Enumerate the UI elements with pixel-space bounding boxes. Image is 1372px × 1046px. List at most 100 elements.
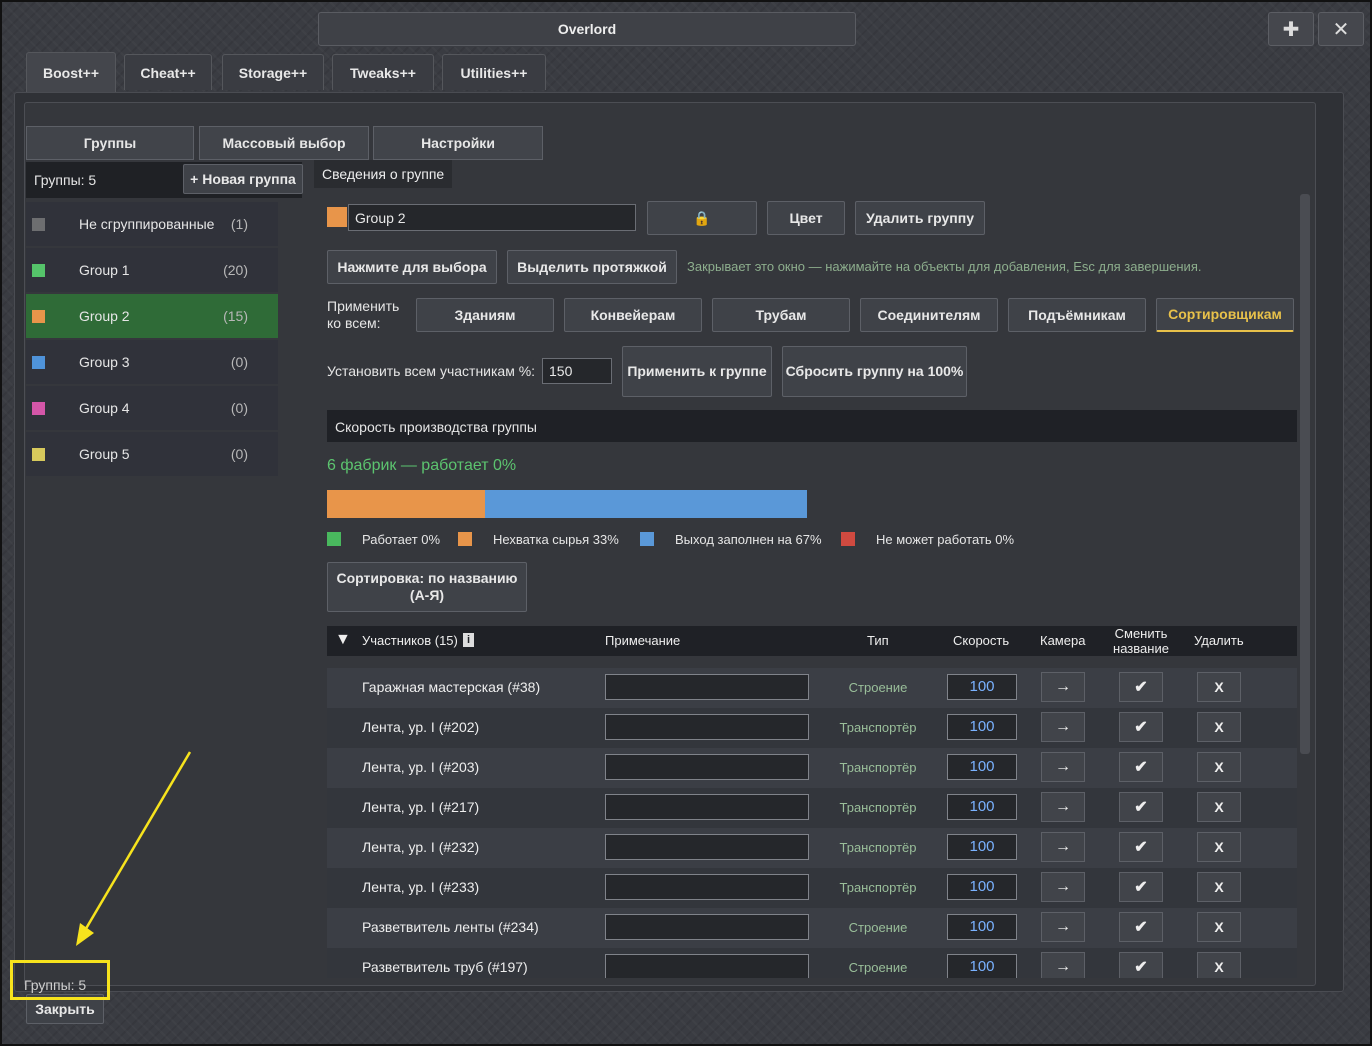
rename-check-icon[interactable]: ✔: [1119, 872, 1163, 902]
group-item-4[interactable]: Group 4 (0): [26, 386, 278, 430]
legend-working: Работает 0%: [362, 532, 441, 547]
member-note-input[interactable]: [605, 794, 809, 820]
info-icon[interactable]: i: [463, 633, 474, 647]
close-icon[interactable]: ✕: [1318, 12, 1364, 46]
camera-arrow-icon[interactable]: →: [1041, 912, 1085, 942]
group-color-swatch: [32, 309, 45, 323]
member-name: Гаражная мастерская (#38): [362, 679, 541, 695]
group-count: (20): [223, 262, 248, 278]
member-speed-input[interactable]: 100: [947, 714, 1017, 740]
apply-buildings-button[interactable]: Зданиям: [416, 298, 554, 332]
rename-check-icon[interactable]: ✔: [1119, 952, 1163, 978]
apply-conveyors-button[interactable]: Конвейерам: [564, 298, 702, 332]
subtab-settings[interactable]: Настройки: [373, 126, 543, 160]
camera-arrow-icon[interactable]: →: [1041, 672, 1085, 702]
delete-header: Удалить: [1194, 633, 1244, 648]
tab-boost[interactable]: Boost++: [26, 52, 116, 92]
subtab-mass-select[interactable]: Массовый выбор: [199, 126, 369, 160]
table-row: Лента, ур. I (#202) Транспортёр 100 → ✔ X: [327, 708, 1297, 748]
group-count: (0): [230, 400, 248, 416]
camera-arrow-icon[interactable]: →: [1041, 832, 1085, 862]
member-name: Лента, ур. I (#203): [362, 759, 480, 775]
member-name: Разветвитель труб (#197): [362, 959, 528, 975]
pin-icon[interactable]: ✚: [1268, 12, 1314, 46]
group-color-swatch[interactable]: [327, 207, 347, 227]
tab-tweaks[interactable]: Tweaks++: [332, 54, 434, 90]
delete-group-button[interactable]: Удалить группу: [855, 201, 985, 235]
member-speed-input[interactable]: 100: [947, 794, 1017, 820]
delete-x-icon[interactable]: X: [1197, 832, 1241, 862]
member-note-input[interactable]: [605, 754, 809, 780]
rename-check-icon[interactable]: ✔: [1119, 792, 1163, 822]
reset-group-button[interactable]: Сбросить группу на 100%: [782, 346, 967, 397]
group-info-tab[interactable]: Сведения о группе: [314, 160, 453, 188]
lock-button[interactable]: 🔒: [647, 201, 757, 235]
color-button[interactable]: Цвет: [767, 201, 845, 235]
group-name: Group 2: [79, 308, 130, 324]
legend-full: Выход заполнен на 67%: [675, 532, 822, 547]
tab-storage[interactable]: Storage++: [222, 54, 324, 90]
member-name: Лента, ур. I (#217): [362, 799, 480, 815]
member-speed-input[interactable]: 100: [947, 914, 1017, 940]
rename-check-icon[interactable]: ✔: [1119, 712, 1163, 742]
delete-x-icon[interactable]: X: [1197, 912, 1241, 942]
group-item-1[interactable]: Group 1 (20): [26, 248, 278, 292]
member-speed-input[interactable]: 100: [947, 674, 1017, 700]
collapse-triangle-icon[interactable]: ▼: [335, 631, 351, 649]
rename-check-icon[interactable]: ✔: [1119, 752, 1163, 782]
member-note-input[interactable]: [605, 914, 809, 940]
member-type: Транспортёр: [839, 840, 917, 855]
member-speed-input[interactable]: 100: [947, 874, 1017, 900]
delete-x-icon[interactable]: X: [1197, 952, 1241, 978]
group-item-5[interactable]: Group 5 (0): [26, 432, 278, 476]
member-type: Транспортёр: [839, 760, 917, 775]
rename-check-icon[interactable]: ✔: [1119, 832, 1163, 862]
delete-x-icon[interactable]: X: [1197, 672, 1241, 702]
overlord-window: Overlord ✚ ✕ Boost++ Cheat++ Storage++ T…: [0, 0, 1372, 1046]
delete-x-icon[interactable]: X: [1197, 792, 1241, 822]
new-group-button[interactable]: + Новая группа: [183, 164, 303, 194]
drag-select-button[interactable]: Выделить протяжкой: [507, 250, 677, 284]
selection-hint: Закрывает это окно — нажимайте на объект…: [687, 259, 1202, 274]
group-item-ungrouped[interactable]: Не сгруппированные (1): [26, 202, 278, 246]
member-name: Разветвитель ленты (#234): [362, 919, 539, 935]
apply-lifts-button[interactable]: Подъёмникам: [1008, 298, 1146, 332]
member-speed-input[interactable]: 100: [947, 954, 1017, 978]
apply-connectors-button[interactable]: Соединителям: [860, 298, 998, 332]
member-note-input[interactable]: [605, 834, 809, 860]
sort-button[interactable]: Сортировка: по названию (А-Я): [327, 562, 527, 612]
set-all-input[interactable]: 150: [542, 358, 612, 384]
subtab-groups[interactable]: Группы: [26, 126, 194, 160]
apply-sorters-button[interactable]: Сортировщикам: [1156, 298, 1294, 332]
member-note-input[interactable]: [605, 674, 809, 700]
member-note-input[interactable]: [605, 714, 809, 740]
camera-arrow-icon[interactable]: →: [1041, 752, 1085, 782]
members-table-header: ▼ Участников (15) i Примечание Тип Скоро…: [327, 626, 1297, 656]
tab-cheat[interactable]: Cheat++: [124, 54, 212, 90]
member-type: Транспортёр: [839, 800, 917, 815]
tab-utilities[interactable]: Utilities++: [442, 54, 546, 90]
delete-x-icon[interactable]: X: [1197, 712, 1241, 742]
members-header: Участников (15): [362, 633, 458, 648]
camera-arrow-icon[interactable]: →: [1041, 792, 1085, 822]
member-speed-input[interactable]: 100: [947, 834, 1017, 860]
click-select-button[interactable]: Нажмите для выбора: [327, 250, 497, 284]
legend-swatch-blocked: [841, 532, 855, 546]
group-name-input[interactable]: Group 2: [348, 204, 636, 231]
camera-arrow-icon[interactable]: →: [1041, 952, 1085, 978]
member-speed-input[interactable]: 100: [947, 754, 1017, 780]
member-note-input[interactable]: [605, 954, 809, 978]
delete-x-icon[interactable]: X: [1197, 752, 1241, 782]
group-item-3[interactable]: Group 3 (0): [26, 340, 278, 384]
apply-group-button[interactable]: Применить к группе: [622, 346, 772, 397]
rename-check-icon[interactable]: ✔: [1119, 672, 1163, 702]
production-summary: 6 фабрик — работает 0%: [327, 457, 517, 474]
camera-arrow-icon[interactable]: →: [1041, 872, 1085, 902]
camera-arrow-icon[interactable]: →: [1041, 712, 1085, 742]
apply-pipes-button[interactable]: Трубам: [712, 298, 850, 332]
member-note-input[interactable]: [605, 874, 809, 900]
group-item-2[interactable]: Group 2 (15): [26, 294, 278, 338]
rename-check-icon[interactable]: ✔: [1119, 912, 1163, 942]
scrollbar[interactable]: [1300, 194, 1310, 754]
delete-x-icon[interactable]: X: [1197, 872, 1241, 902]
